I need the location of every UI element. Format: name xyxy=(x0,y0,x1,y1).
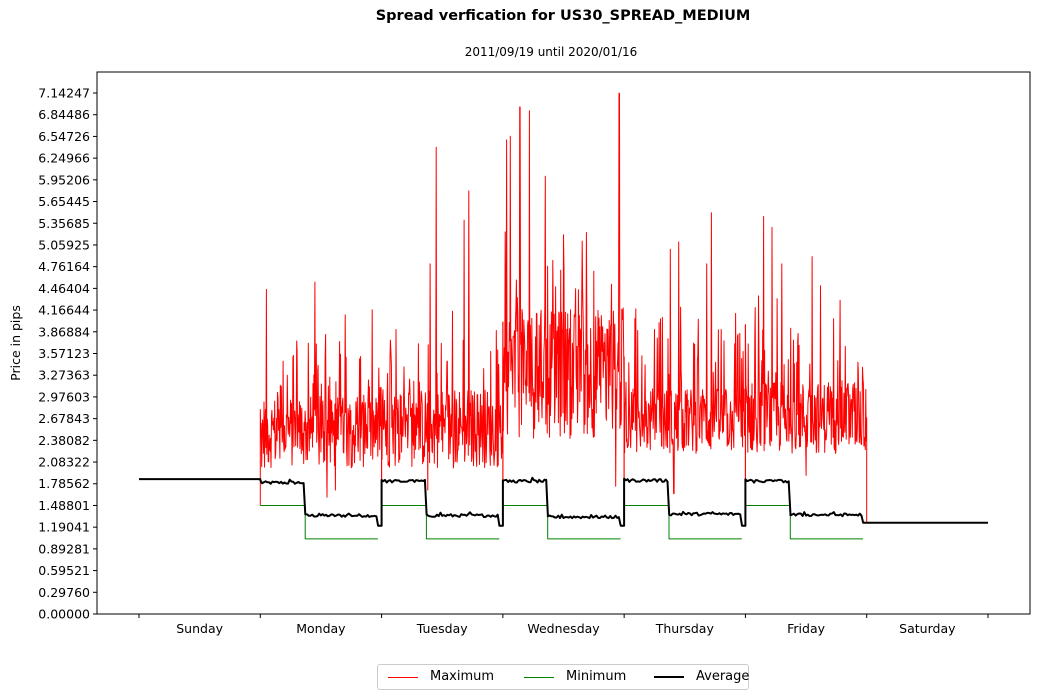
y-tick-label: 2.67843 xyxy=(38,411,90,426)
series-maximum-line xyxy=(259,281,383,527)
y-tick-label: 6.54726 xyxy=(38,129,90,144)
y-tick-label: 3.27363 xyxy=(38,368,90,383)
y-tick-label: 0.89281 xyxy=(38,541,90,556)
legend-label-minimum: Minimum xyxy=(566,669,627,684)
y-tick-label: 6.84486 xyxy=(38,107,90,122)
x-axis: Sunday Monday Tuesday Wednesday Thursday Frid… xyxy=(138,614,989,636)
y-tick-label: 1.19041 xyxy=(38,520,90,535)
series-maximum-line xyxy=(381,146,504,527)
series-minimum-line xyxy=(745,505,864,540)
y-tick-label: 2.97603 xyxy=(38,389,90,404)
y-tick-label: 5.95206 xyxy=(38,172,90,187)
y-tick-label: 1.78562 xyxy=(38,476,90,491)
y-tick-label: 2.08322 xyxy=(38,455,90,470)
y-tick-label: 0.29760 xyxy=(38,585,90,600)
series-average-line xyxy=(139,476,988,527)
legend-swatch-average xyxy=(654,676,684,678)
y-tick-label: 0.00000 xyxy=(38,607,90,622)
y-tick-label: 5.65445 xyxy=(38,194,90,209)
y-tick-label: 1.48801 xyxy=(38,498,90,513)
y-tick-label: 4.76164 xyxy=(38,259,90,274)
y-tick-label: 2.38082 xyxy=(38,433,90,448)
legend-swatch-maximum xyxy=(388,677,418,678)
series-maximum-line xyxy=(502,92,625,527)
y-tick-label: 5.35685 xyxy=(38,216,90,231)
y-tick-label: 6.24966 xyxy=(38,151,90,166)
x-tick-label: Friday xyxy=(787,621,825,636)
series-minimum-line xyxy=(502,505,621,540)
legend: Maximum Minimum Average xyxy=(377,664,749,690)
series-minimum-line xyxy=(381,505,500,540)
series-maximum-line xyxy=(744,216,868,527)
x-tick-label: Thursday xyxy=(655,621,715,636)
legend-label-maximum: Maximum xyxy=(430,669,495,684)
y-axis: 0.00000 0.29760 0.59521 0.89281 1.19041 1.488… xyxy=(38,86,97,622)
y-axis-label: Price in pips xyxy=(8,305,23,381)
x-tick-label: Saturday xyxy=(899,621,956,636)
series-maximum-line xyxy=(623,212,746,527)
series-layer xyxy=(139,92,988,540)
y-tick-label: 4.16644 xyxy=(38,303,90,318)
y-tick-label: 3.57123 xyxy=(38,346,90,361)
legend-swatch-minimum xyxy=(524,677,554,678)
legend-label-average: Average xyxy=(696,669,750,684)
series-minimum-line xyxy=(260,505,378,540)
y-tick-label: 0.59521 xyxy=(38,563,90,578)
chart-canvas: 0.00000 0.29760 0.59521 0.89281 1.19041 1.488… xyxy=(8,71,1031,636)
x-tick-label: Monday xyxy=(296,621,346,636)
x-tick-label: Wednesday xyxy=(527,621,600,636)
x-tick-label: Sunday xyxy=(176,621,223,636)
y-tick-label: 4.46404 xyxy=(38,281,90,296)
series-minimum-line xyxy=(624,505,742,540)
y-tick-label: 5.05925 xyxy=(38,237,90,252)
y-tick-label: 3.86884 xyxy=(38,324,90,339)
x-tick-label: Tuesday xyxy=(416,621,468,636)
y-tick-label: 7.14247 xyxy=(38,86,90,101)
